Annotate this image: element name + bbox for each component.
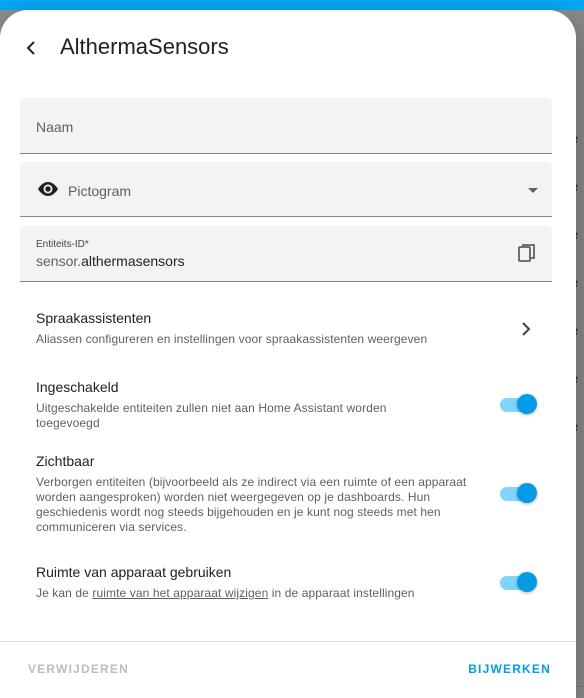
use-device-area-heading: Ruimte van apparaat gebruiken [36, 564, 232, 580]
entity-id-prefix: sensor. [36, 253, 82, 269]
app-header-bar [0, 0, 584, 10]
entity-id-field[interactable]: Entiteits-ID* sensor.althermasensors [20, 226, 552, 282]
toggle-thumb [517, 572, 537, 592]
arrow-left-icon [26, 41, 35, 55]
visible-description: Verborgen entiteiten (bijvoorbeeld als z… [36, 475, 467, 534]
entity-id-value[interactable]: sensor.althermasensors [36, 253, 185, 269]
visible-row: Zichtbaar Verborgen entiteiten (bijvoorb… [36, 453, 546, 535]
visible-heading: Zichtbaar [36, 453, 95, 469]
name-field[interactable]: Naam [20, 98, 552, 154]
eye-icon [38, 182, 58, 196]
back-button[interactable] [16, 32, 48, 64]
enabled-heading: Ingeschakeld [36, 379, 119, 395]
chevron-right-icon [522, 322, 531, 336]
name-field-label: Naam [36, 119, 74, 135]
change-device-area-link[interactable]: ruimte van het apparaat wijzigen [92, 586, 268, 600]
update-button[interactable]: BIJWERKEN [468, 662, 551, 676]
caret-down-icon[interactable] [528, 188, 538, 193]
dialog-title: AlthermaSensors [60, 34, 229, 59]
copy-icon[interactable] [516, 242, 538, 264]
entity-id-object: althermasensors [81, 253, 185, 269]
delete-button[interactable]: VERWIJDEREN [28, 662, 129, 676]
entity-settings-dialog: AlthermaSensors Naam Pictogram Entiteits… [0, 10, 576, 698]
enabled-description: Uitgeschakelde entiteiten zullen niet aa… [36, 401, 387, 430]
area-desc-after: in de apparaat instellingen [268, 586, 415, 600]
voice-assistants-heading: Spraakassistenten [36, 310, 152, 326]
entity-id-label: Entiteits-ID* [36, 239, 89, 250]
voice-assistants-description: Aliassen configureren en instellingen vo… [36, 332, 428, 346]
area-desc-before: Je kan de [36, 586, 93, 600]
visible-toggle[interactable] [500, 480, 538, 506]
dialog-header: AlthermaSensors [0, 10, 576, 82]
voice-assistants-row[interactable]: Spraakassistenten Aliassen configureren … [36, 310, 546, 350]
use-device-area-description: Je kan de ruimte van het apparaat wijzig… [36, 586, 546, 601]
enabled-toggle[interactable] [500, 391, 538, 417]
toggle-thumb [517, 483, 537, 503]
use-device-area-row: Ruimte van apparaat gebruiken Je kan de … [36, 564, 546, 601]
toggle-thumb [517, 394, 537, 414]
use-device-area-toggle[interactable] [500, 569, 538, 595]
icon-picker[interactable]: Pictogram [20, 162, 552, 217]
icon-picker-label: Pictogram [68, 183, 132, 199]
enabled-row: Ingeschakeld Uitgeschakelde entiteiten z… [36, 379, 546, 431]
actions-divider [0, 641, 576, 642]
